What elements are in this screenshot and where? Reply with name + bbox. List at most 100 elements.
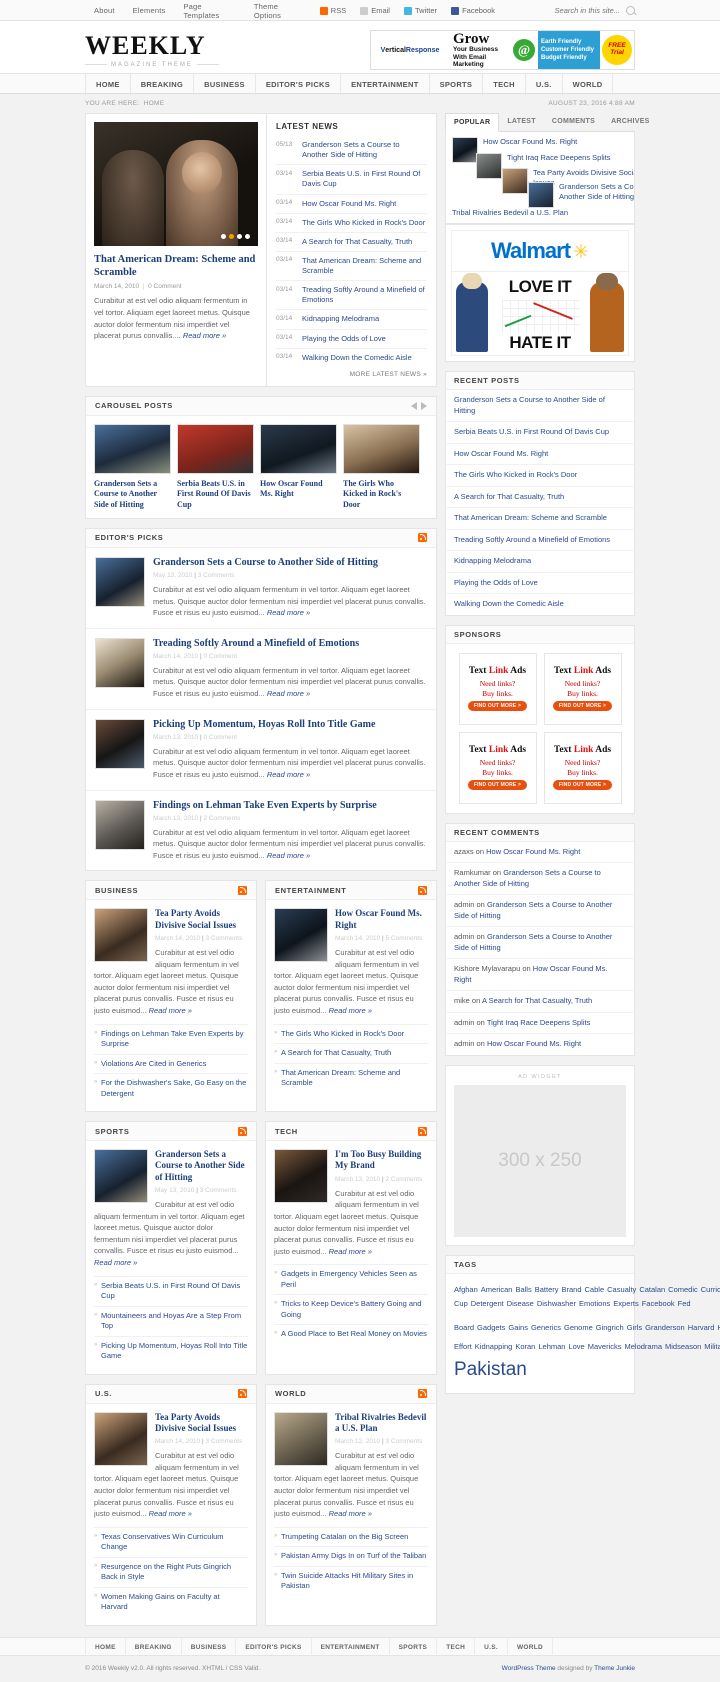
lead-article[interactable]: I'm Too Busy Building My Brand March 13,… — [274, 1149, 428, 1257]
list-item[interactable]: 03/14 Serbia Beats U.S. in First Round Of… — [276, 165, 427, 195]
carousel-item-title[interactable]: Serbia Beats U.S. in First Round Of Davi… — [177, 479, 254, 510]
tag-link[interactable]: Dishwasher — [537, 1299, 576, 1308]
rss-icon[interactable] — [418, 885, 427, 895]
list-item[interactable]: 03/14 Kidnapping Melodrama — [276, 310, 427, 330]
tag-link[interactable]: Casualty — [607, 1285, 636, 1294]
tag-link[interactable]: Disease — [507, 1299, 534, 1308]
tag-link[interactable]: Gingrich — [596, 1323, 624, 1332]
nav-world[interactable]: WORLD — [563, 74, 614, 95]
list-item[interactable]: 03/14 That American Dream: Scheme and Scr… — [276, 252, 427, 282]
walmart-ad[interactable]: Walmart ✳ LOVE IT HATE IT — [445, 224, 635, 362]
list-item[interactable]: The Girls Who Kicked in Rock's Door — [446, 465, 634, 487]
tag-link[interactable]: Catalan — [639, 1285, 665, 1294]
list-item[interactable]: admin on How Oscar Found Ms. Right — [446, 1034, 634, 1055]
tab-popular[interactable]: POPULAR — [445, 113, 500, 132]
read-more-link[interactable]: Read more » — [149, 1509, 192, 1518]
slider-dot[interactable] — [245, 234, 250, 239]
sponsor-ad[interactable]: Text Link Ads Need links? Buy links. FIND… — [458, 652, 537, 725]
tag-link[interactable]: Detergent — [471, 1299, 504, 1308]
tag-link[interactable]: Harvard — [688, 1323, 715, 1332]
read-more-link[interactable]: Read more » — [267, 770, 310, 779]
list-item[interactable]: 03/14 Walking Down the Comedic Aisle — [276, 349, 427, 367]
tag-link[interactable]: American — [481, 1285, 513, 1294]
carousel-item-title[interactable]: How Oscar Found Ms. Right — [260, 479, 337, 500]
carousel-item-title[interactable]: The Girls Who Kicked in Rock's Door — [343, 479, 420, 510]
nav-us[interactable]: U.S. — [526, 74, 563, 95]
more-latest-news-link[interactable]: MORE LATEST NEWS » — [276, 371, 427, 378]
theme-junkie-link[interactable]: Theme Junkie — [594, 1665, 635, 1672]
tag-link[interactable]: Mavericks — [588, 1342, 622, 1351]
slider-dots[interactable] — [221, 234, 250, 239]
list-item[interactable]: Violations Are Cited in Generics — [94, 1053, 248, 1074]
wordpress-theme-link[interactable]: WordPress Theme — [502, 1665, 556, 1672]
list-item[interactable]: azaxs on How Oscar Found Ms. Right — [446, 842, 634, 863]
carousel-prev-icon[interactable] — [411, 401, 417, 410]
nav-home[interactable]: HOME — [85, 74, 131, 95]
find-out-more-button[interactable]: FIND OUT MORE > — [552, 780, 613, 791]
topnav-rss[interactable]: RSS — [313, 6, 353, 15]
tag-link[interactable]: Melodrama — [625, 1342, 663, 1351]
list-item[interactable]: A Good Place to Bet Real Money on Movies — [274, 1324, 428, 1344]
list-item[interactable]: Gadgets in Emergency Vehicles Seen as Pe… — [274, 1264, 428, 1294]
slider-dot[interactable] — [221, 234, 226, 239]
featured-title[interactable]: That American Dream: Scheme and Scramble — [94, 253, 258, 279]
sponsor-ad[interactable]: Text Link Ads Need links? Buy links. FIND… — [543, 731, 622, 804]
lead-article[interactable]: Tea Party Avoids Divisive Social Issues … — [94, 908, 248, 1016]
banner-free-trial-badge[interactable]: FREE Trial — [600, 31, 634, 69]
list-item[interactable]: Granderson Sets a Course to Another Side… — [94, 423, 171, 510]
list-item[interactable]: Kishore Mylavarapu on How Oscar Found Ms… — [446, 959, 634, 991]
footer-nav-tech[interactable]: TECH — [437, 1637, 476, 1657]
breadcrumb-current[interactable]: HOME — [144, 100, 165, 107]
footer-nav-business[interactable]: BUSINESS — [182, 1637, 237, 1657]
list-item[interactable]: Pakistan Army Digs In on Turf of the Tal… — [274, 1546, 428, 1566]
footer-nav-home[interactable]: HOME — [85, 1637, 126, 1657]
tag-link[interactable]: Generics — [531, 1323, 561, 1332]
tag-link[interactable]: Curriculum — [701, 1285, 720, 1294]
featured-read-more[interactable]: Read more » — [183, 331, 226, 340]
footer-nav-us[interactable]: U.S. — [475, 1637, 508, 1657]
rss-icon[interactable] — [418, 533, 427, 543]
sponsor-ad[interactable]: Text Link Ads Need links? Buy links. FIND… — [458, 731, 537, 804]
list-item[interactable]: 03/14 How Oscar Found Ms. Right — [276, 195, 427, 214]
rss-icon[interactable] — [418, 1126, 427, 1136]
list-item[interactable]: admin on Granderson Sets a Course to Ano… — [446, 927, 634, 959]
list-item[interactable]: Trumpeting Catalan on the Big Screen — [274, 1526, 428, 1547]
list-item[interactable]: Serbia Beats U.S. in First Round Of Davi… — [446, 422, 634, 444]
tag-link[interactable]: Girls — [627, 1323, 642, 1332]
tag-link[interactable]: Brand — [562, 1285, 582, 1294]
topnav-elements[interactable]: Elements — [124, 6, 175, 15]
tab-archives[interactable]: ARCHIVES — [603, 113, 658, 131]
list-item[interactable]: 03/14 The Girls Who Kicked in Rock's Door — [276, 214, 427, 233]
tag-link[interactable]: Granderson — [645, 1323, 685, 1332]
tab-comments[interactable]: COMMENTS — [544, 113, 603, 131]
read-more-link[interactable]: Read more » — [329, 1509, 372, 1518]
list-item[interactable]: Walking Down the Comedic Aisle — [446, 594, 634, 615]
list-item[interactable]: 03/14 A Search for That Casualty, Truth — [276, 233, 427, 252]
list-item[interactable]: 03/14 Playing the Odds of Love — [276, 330, 427, 349]
list-item[interactable]: Serbia Beats U.S. in First Round Of Davi… — [177, 423, 254, 510]
rss-icon[interactable] — [238, 1389, 247, 1399]
tag-link[interactable]: Gains — [508, 1323, 528, 1332]
nav-tech[interactable]: TECH — [483, 74, 526, 95]
list-item[interactable]: The Girls Who Kicked in Rock's Door — [343, 423, 420, 510]
lead-article[interactable]: How Oscar Found Ms. Right March 14, 2010… — [274, 908, 428, 1016]
topnav-theme-options[interactable]: Theme Options — [245, 2, 313, 20]
list-item[interactable]: Treading Softly Around a Minefield of Em… — [446, 530, 634, 551]
header-banner-ad[interactable]: Vertical Response Grow Your Business With… — [370, 30, 635, 70]
tag-link[interactable]: Kidnapping — [475, 1342, 513, 1351]
read-more-link[interactable]: Read more » — [94, 1258, 137, 1267]
tag-link[interactable]: Experts — [613, 1299, 638, 1308]
list-item[interactable]: Findings on Lehman Take Even Experts by … — [86, 791, 436, 871]
popular-overflow[interactable]: Tribal Rivalries Bedevil a U.S. Plan — [452, 208, 568, 219]
list-item[interactable]: Kidnapping Melodrama — [446, 551, 634, 573]
tag-link[interactable]: Cable — [585, 1285, 605, 1294]
list-item[interactable]: Picking Up Momentum, Hoyas Roll Into Tit… — [86, 710, 436, 791]
tab-latest[interactable]: LATEST — [499, 113, 544, 131]
list-item[interactable]: Resurgence on the Right Puts Gingrich Ba… — [94, 1556, 248, 1587]
list-item[interactable]: A Search for That Casualty, Truth — [274, 1043, 428, 1063]
list-item[interactable]: Ramkumar on Granderson Sets a Course to … — [446, 863, 634, 895]
list-item[interactable]: The Girls Who Kicked in Rock's Door — [274, 1023, 428, 1044]
list-item[interactable]: Texas Conservatives Win Curriculum Chang… — [94, 1526, 248, 1557]
read-more-link[interactable]: Read more » — [267, 851, 310, 860]
topnav-facebook[interactable]: Facebook — [444, 6, 502, 15]
